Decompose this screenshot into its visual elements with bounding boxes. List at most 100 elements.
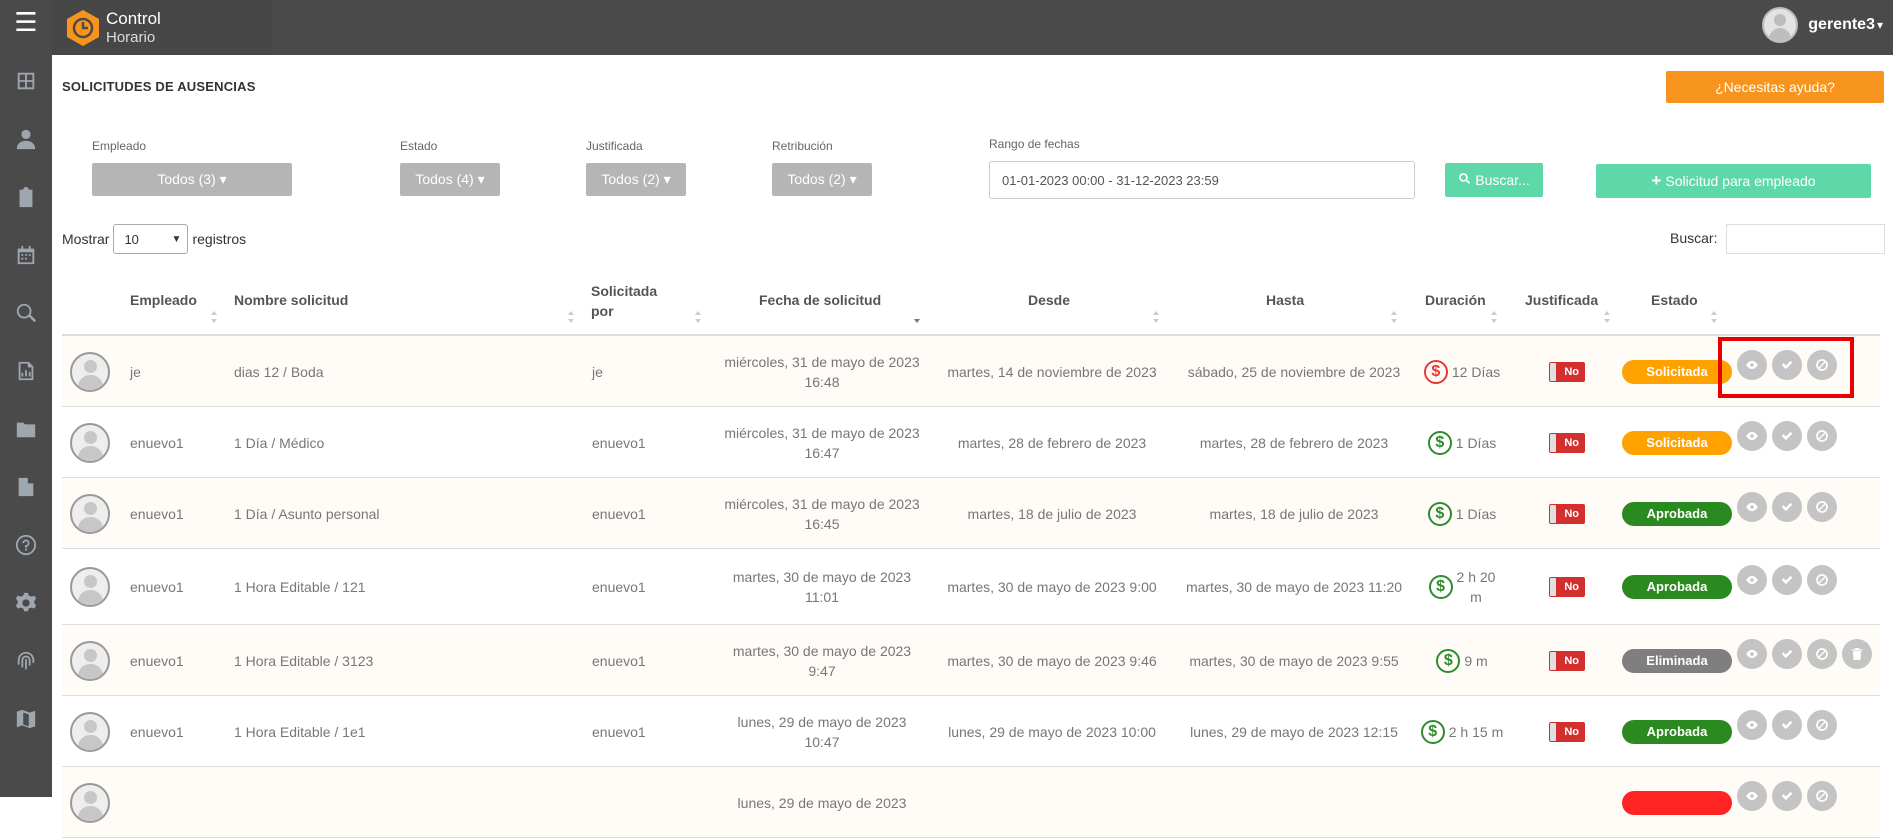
cell-justificada: No: [1532, 478, 1602, 549]
employee-name: enuevo1: [130, 579, 184, 595]
approve-check-icon[interactable]: [1772, 421, 1802, 451]
sort-icon[interactable]: [1490, 311, 1498, 323]
cell-duracion: $12 Días: [1412, 336, 1512, 407]
map-icon[interactable]: [10, 703, 42, 735]
folder-icon[interactable]: [10, 413, 42, 445]
row-actions: [1737, 710, 1842, 740]
justified-value: No: [1564, 581, 1579, 593]
view-eye-icon[interactable]: [1737, 492, 1767, 522]
approve-check-icon[interactable]: [1772, 639, 1802, 669]
cell-fecha: martes, 30 de mayo de 2023 9:47: [707, 625, 937, 696]
avatar[interactable]: [70, 351, 110, 392]
employee-name: enuevo1: [130, 723, 184, 740]
column-header-estado[interactable]: Estado: [1651, 292, 1698, 308]
filter-justificada-label: Justificada: [586, 139, 643, 153]
view-eye-icon[interactable]: [1737, 639, 1767, 669]
row-actions: [1737, 781, 1842, 811]
report-icon[interactable]: [10, 355, 42, 387]
approve-check-icon[interactable]: [1772, 565, 1802, 595]
gear-icon[interactable]: [10, 587, 42, 619]
help-icon[interactable]: [10, 529, 42, 561]
dashboard-icon[interactable]: [10, 65, 42, 97]
date-from: martes, 14 de noviembre de 2023: [947, 363, 1157, 380]
avatar[interactable]: [70, 422, 110, 463]
approve-check-icon[interactable]: [1772, 710, 1802, 740]
deny-ban-icon[interactable]: [1807, 639, 1837, 669]
filter-empleado-dropdown[interactable]: Todos (3) ▾: [92, 163, 292, 196]
employee-name: enuevo1: [130, 652, 184, 669]
date-to: sábado, 25 de noviembre de 2023: [1187, 363, 1401, 380]
cell-fecha: miércoles, 31 de mayo de 2023 16:45: [707, 478, 937, 549]
search-button-label: Buscar...: [1475, 172, 1530, 188]
column-header-desde[interactable]: Desde: [1028, 292, 1070, 308]
column-header-hasta[interactable]: Hasta: [1266, 292, 1304, 308]
unpaid-dollar-icon: $: [1423, 359, 1448, 384]
approve-check-icon[interactable]: [1772, 781, 1802, 811]
table-search-input[interactable]: [1726, 224, 1885, 254]
requested-by: enuevo1: [592, 723, 646, 740]
column-header-duracion[interactable]: Duración: [1425, 292, 1486, 308]
view-eye-icon[interactable]: [1737, 710, 1767, 740]
sort-icon[interactable]: [1603, 311, 1611, 323]
brand[interactable]: Control Horario: [52, 0, 272, 55]
date-from: lunes, 29 de mayo de 2023 10:00: [948, 723, 1156, 740]
sort-icon[interactable]: [1152, 311, 1160, 323]
column-header-justificada[interactable]: Justificada: [1525, 292, 1598, 308]
calendar-icon[interactable]: [10, 239, 42, 271]
sort-icon[interactable]: [210, 311, 218, 323]
view-eye-icon[interactable]: [1737, 421, 1767, 451]
page-length-select[interactable]: 10 ▼: [113, 224, 189, 254]
search-button[interactable]: Buscar...: [1445, 163, 1543, 197]
sort-icon[interactable]: [1710, 311, 1718, 323]
new-request-button[interactable]: + Solicitud para empleado: [1596, 164, 1871, 198]
deny-ban-icon[interactable]: [1807, 710, 1837, 740]
justified-toggle[interactable]: No: [1549, 432, 1585, 453]
justified-toggle[interactable]: No: [1549, 503, 1585, 524]
trash-icon[interactable]: [1842, 639, 1872, 669]
column-header-empleado[interactable]: Empleado: [130, 292, 197, 308]
sort-icon[interactable]: [1390, 311, 1398, 323]
justified-toggle[interactable]: No: [1549, 577, 1585, 597]
sort-icon[interactable]: [567, 311, 575, 323]
column-header-solicitada[interactable]: Solicitada por: [591, 281, 657, 321]
cell-hasta: lunes, 29 de mayo de 2023 12:15: [1174, 696, 1414, 767]
user-icon[interactable]: [10, 123, 42, 155]
deny-ban-icon[interactable]: [1807, 421, 1837, 451]
avatar[interactable]: [70, 640, 110, 681]
view-eye-icon[interactable]: [1737, 565, 1767, 595]
duration-line1: 2 h 20: [1456, 569, 1496, 585]
deny-ban-icon[interactable]: [1807, 781, 1837, 811]
search-icon[interactable]: [10, 297, 42, 329]
justified-toggle[interactable]: No: [1549, 721, 1585, 742]
avatar[interactable]: [70, 711, 110, 752]
column-header-nombre[interactable]: Nombre solicitud: [234, 292, 348, 308]
clipboard-icon[interactable]: [10, 181, 42, 213]
filter-retribucion-dropdown[interactable]: Todos (2) ▾: [772, 163, 872, 196]
filter-estado-dropdown[interactable]: Todos (4) ▾: [400, 163, 500, 196]
justified-toggle[interactable]: No: [1549, 650, 1585, 671]
requested-by: enuevo1: [592, 652, 646, 669]
request-date: miércoles, 31 de mayo de 2023: [724, 424, 920, 441]
sort-icon[interactable]: [694, 311, 702, 323]
deny-ban-icon[interactable]: [1807, 492, 1837, 522]
requested-by: je: [592, 363, 603, 380]
date-range-input[interactable]: 01-01-2023 00:00 - 31-12-2023 23:59: [989, 161, 1415, 199]
request-name: 1 Día / Médico: [234, 434, 325, 451]
filter-justificada-dropdown[interactable]: Todos (2) ▾: [586, 163, 686, 196]
sort-desc-icon[interactable]: [913, 311, 921, 323]
hamburger-menu-icon[interactable]: ☰: [0, 0, 52, 45]
avatar[interactable]: [70, 493, 110, 534]
user-menu[interactable]: gerente3 ▾: [1762, 6, 1883, 44]
view-eye-icon[interactable]: [1737, 781, 1767, 811]
column-header-fecha[interactable]: Fecha de solicitud: [759, 292, 881, 308]
approve-check-icon[interactable]: [1772, 492, 1802, 522]
building-icon[interactable]: [10, 471, 42, 503]
avatar[interactable]: [70, 567, 110, 607]
deny-ban-icon[interactable]: [1807, 565, 1837, 595]
help-button[interactable]: ¿Necesitas ayuda?: [1666, 71, 1884, 103]
justified-toggle[interactable]: No: [1549, 361, 1585, 382]
fingerprint-icon[interactable]: [10, 645, 42, 677]
avatar[interactable]: [70, 782, 110, 823]
column-header-solicitada-line2: por: [591, 303, 614, 319]
avatar-cell: [70, 478, 110, 549]
